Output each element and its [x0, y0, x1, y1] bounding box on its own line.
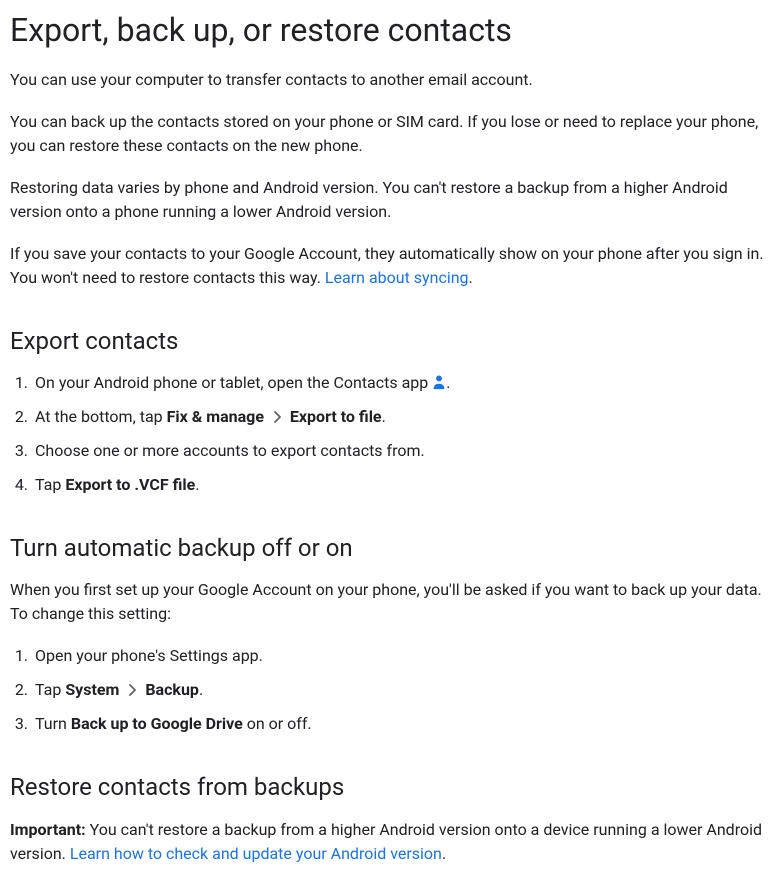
backup-step2-text-d: . [199, 680, 203, 699]
export-steps: On your Android phone or tablet, open th… [10, 371, 771, 497]
export-step2-text-a: At the bottom, tap [35, 407, 167, 426]
learn-syncing-link[interactable]: Learn about syncing [325, 268, 469, 287]
export-step2-text-d: . [382, 407, 386, 426]
backup-step-1: Open your phone's Settings app. [32, 644, 771, 668]
restore-important-end: . [442, 844, 446, 863]
page-title: Export, back up, or restore contacts [10, 10, 771, 50]
export-heading: Export contacts [10, 326, 771, 357]
export-step1-text-b: . [446, 373, 450, 392]
export-step1-text-a: On your Android phone or tablet, open th… [35, 373, 432, 392]
important-label: Important: [10, 820, 86, 839]
backup-step-2: Tap System Backup. [32, 678, 771, 702]
backup-step3-text-a: Turn [35, 714, 71, 733]
learn-android-version-link[interactable]: Learn how to check and update your Andro… [70, 844, 442, 863]
intro-paragraph-1: You can use your computer to transfer co… [10, 68, 771, 92]
intro-paragraph-2: You can back up the contacts stored on y… [10, 110, 771, 158]
export-step4-bold: Export to .VCF file [65, 475, 195, 494]
backup-step3-text-c: on or off. [243, 714, 312, 733]
backup-intro: When you first set up your Google Accoun… [10, 578, 771, 626]
intro-paragraph-3: Restoring data varies by phone and Andro… [10, 176, 771, 224]
contacts-app-icon [432, 374, 446, 390]
chevron-right-icon [127, 684, 137, 696]
backup-step-3: Turn Back up to Google Drive on or off. [32, 712, 771, 736]
export-step-1: On your Android phone or tablet, open th… [32, 371, 771, 395]
backup-step2-bold-1: System [65, 680, 119, 699]
backup-heading: Turn automatic backup off or on [10, 533, 771, 564]
backup-step3-bold: Back up to Google Drive [71, 714, 243, 733]
restore-heading: Restore contacts from backups [10, 772, 771, 803]
chevron-right-icon [272, 411, 282, 423]
export-step4-text-c: . [195, 475, 199, 494]
export-step-4: Tap Export to .VCF file. [32, 473, 771, 497]
export-step2-bold-2: Export to file [290, 407, 382, 426]
export-step4-text-a: Tap [35, 475, 65, 494]
backup-step2-text-a: Tap [35, 680, 65, 699]
export-step-3: Choose one or more accounts to export co… [32, 439, 771, 463]
intro-p4-text-b: . [469, 268, 473, 287]
restore-important: Important: You can't restore a backup fr… [10, 818, 771, 866]
backup-step2-bold-2: Backup [145, 680, 199, 699]
intro-paragraph-4: If you save your contacts to your Google… [10, 242, 771, 290]
export-step-2: At the bottom, tap Fix & manage Export t… [32, 405, 771, 429]
backup-steps: Open your phone's Settings app. Tap Syst… [10, 644, 771, 736]
export-step2-bold-1: Fix & manage [167, 407, 264, 426]
